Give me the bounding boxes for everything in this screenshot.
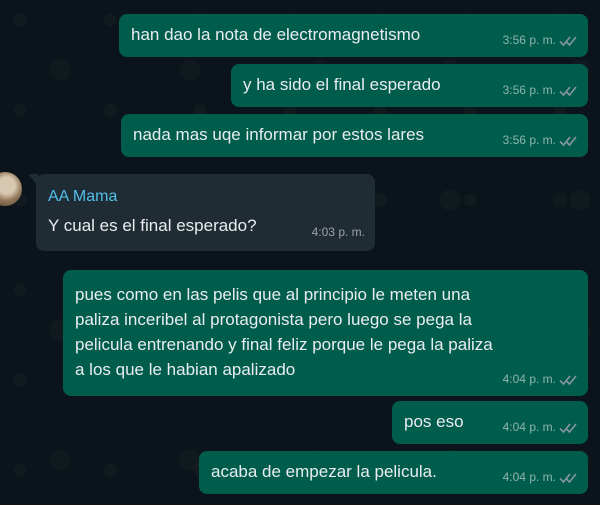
double-check-icon	[559, 35, 577, 46]
message-meta: 4:04 p. m.	[503, 465, 578, 490]
message-time: 4:04 p. m.	[502, 470, 556, 484]
double-check-icon	[559, 135, 577, 146]
outgoing-message[interactable]: acaba de empezar la pelicula. 4:04 p. m.	[199, 451, 588, 494]
sender-name[interactable]: AA Mama	[48, 186, 363, 208]
message-meta: 3:56 p. m.	[503, 78, 578, 103]
message-time: 3:56 p. m.	[502, 133, 556, 147]
message-time: 4:04 p. m.	[502, 420, 556, 434]
message-meta: 4:04 p. m.	[503, 367, 578, 392]
message-time: 4:03 p. m.	[311, 225, 365, 239]
double-check-icon	[559, 85, 577, 96]
outgoing-message[interactable]: pos eso 4:04 p. m.	[392, 401, 588, 444]
message-time: 3:56 p. m.	[502, 83, 556, 97]
message-time: 3:56 p. m.	[502, 33, 556, 47]
outgoing-message[interactable]: nada mas uqe informar por estos lares 3:…	[121, 114, 588, 157]
message-line: a los que le habian apalizado	[75, 360, 296, 379]
outgoing-message[interactable]: y ha sido el final esperado 3:56 p. m.	[231, 64, 588, 107]
message-line: paliza inceribel al protagonista pero lu…	[75, 310, 472, 329]
message-time: 4:04 p. m.	[502, 372, 556, 386]
outgoing-message[interactable]: pues como en las pelis que al principio …	[63, 270, 588, 396]
double-check-icon	[559, 472, 577, 483]
message-meta: 4:03 p. m.	[312, 220, 365, 245]
double-check-icon	[559, 422, 577, 433]
double-check-icon	[559, 374, 577, 385]
message-meta: 3:56 p. m.	[503, 28, 578, 53]
message-line: pues como en las pelis que al principio …	[75, 285, 471, 304]
incoming-message[interactable]: AA Mama Y cual es el final esperado? 4:0…	[36, 174, 375, 251]
message-line: pelicula entrenando y final feliz porque…	[75, 335, 493, 354]
message-meta: 4:04 p. m.	[503, 415, 578, 440]
message-meta: 3:56 p. m.	[503, 128, 578, 153]
outgoing-message[interactable]: han dao la nota de electromagnetismo 3:5…	[119, 14, 588, 57]
